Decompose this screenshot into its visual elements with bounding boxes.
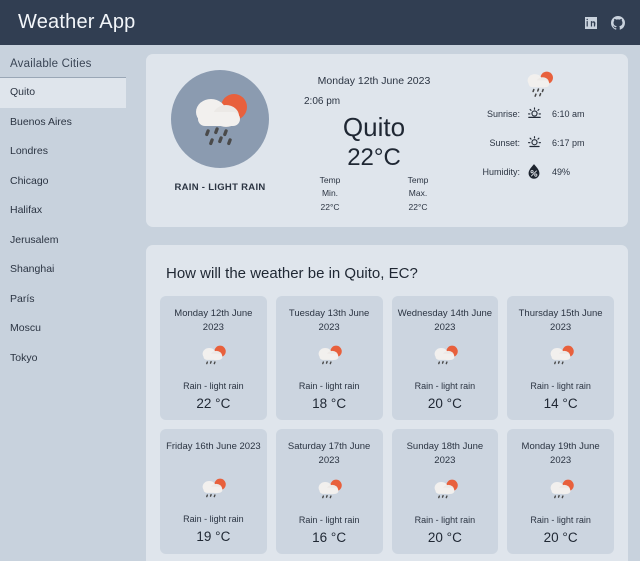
social-links [583, 15, 626, 31]
app-header: Weather App [0, 0, 640, 45]
humidity-row: Humidity: 49% [466, 163, 618, 181]
sidebar-item-moscu[interactable]: Moscu [0, 314, 126, 344]
forecast-grid: Monday 12th June 2023 Rain - light rain … [160, 295, 614, 554]
sidebar-item-halifax[interactable]: Halifax [0, 196, 126, 226]
forecast-card[interactable]: Monday 12th June 2023 Rain - light rain … [160, 295, 267, 421]
forecast-date: Saturday 17th June 2023 [287, 441, 371, 467]
temp-min-label-line2: Min. [321, 188, 339, 199]
temp-max-block: Temp Max. 22°C [397, 174, 439, 214]
forecast-description: Rain - light rain [530, 514, 591, 525]
rain-sun-icon-forecast [312, 343, 346, 371]
sunrise-value: 6:10 am [552, 108, 585, 119]
github-icon[interactable] [610, 15, 626, 31]
forecast-description: Rain - light rain [183, 381, 244, 392]
sidebar-item-londres[interactable]: Londres [0, 137, 126, 167]
rain-sun-icon-forecast [196, 476, 230, 504]
forecast-card[interactable]: Tuesday 13th June 2023 Rain - light rain… [275, 295, 383, 421]
rain-sun-icon [196, 94, 247, 146]
sunset-label: Sunset: [489, 137, 520, 148]
forecast-card[interactable]: Saturday 17th June 2023 Rain - light rai… [275, 429, 383, 554]
forecast-card[interactable]: Sunday 18th June 2023 Rain - light rain … [391, 429, 499, 554]
rain-sun-icon-small [527, 71, 553, 97]
forecast-description: Rain - light rain [183, 514, 244, 525]
forecast-date: Friday 16th June 2023 [166, 441, 261, 453]
forecast-date: Wednesday 14th June 2023 [397, 307, 493, 333]
sidebar-item-paris[interactable]: París [0, 285, 126, 315]
forecast-date: Thursday 15th June 2023 [518, 307, 603, 333]
sunrise-label: Sunrise: [486, 108, 520, 119]
rain-sun-icon-forecast [312, 477, 346, 505]
forecast-card[interactable]: Monday 19th June 2023 Rain - light rain … [507, 429, 614, 554]
city-list: Quito Buenos Aires Londres Chicago Halif… [0, 78, 140, 373]
app-title: Weather App [18, 11, 136, 33]
current-condition-label: RAIN - LIGHT RAIN [174, 182, 266, 193]
forecast-temperature: 19 °C [196, 529, 231, 545]
rain-sun-icon-forecast [428, 477, 462, 505]
forecast-card[interactable]: Thursday 15th June 2023 Rain - light rai… [507, 295, 614, 421]
forecast-card[interactable]: Friday 16th June 2023 Rain - light rain … [160, 429, 267, 554]
temp-max-value: 22°C [408, 201, 428, 212]
main-content: RAIN - LIGHT RAIN Monday 12th June 2023 … [140, 45, 640, 561]
temp-min-label-line1: Temp [319, 175, 341, 186]
page-layout: Available Cities Quito Buenos Aires Lond… [0, 45, 640, 561]
sunrise-row: Sunrise: 6:10 am [466, 105, 618, 122]
current-small-weather-icon [466, 69, 618, 99]
rain-sun-icon-forecast [544, 477, 578, 505]
temp-max-label-line1: Temp [407, 175, 429, 186]
sunset-value: 6:17 pm [552, 137, 585, 148]
temp-min-block: Temp Min. 22°C [309, 174, 351, 214]
current-condition-block: RAIN - LIGHT RAIN [158, 65, 282, 193]
sidebar-item-jerusalem[interactable]: Jerusalem [0, 226, 126, 256]
temp-minmax-row: Temp Min. 22°C Temp Max. 22°C [282, 174, 466, 214]
forecast-temperature: 20 °C [427, 529, 462, 545]
humidity-label: Humidity: [482, 167, 520, 177]
current-date: Monday 12th June 2023 [317, 75, 431, 87]
current-weather-card: RAIN - LIGHT RAIN Monday 12th June 2023 … [146, 54, 628, 227]
sunset-icon [520, 134, 548, 151]
sunset-row: Sunset: 6:17 pm [466, 134, 618, 151]
sidebar-item-tokyo[interactable]: Tokyo [0, 344, 126, 374]
forecast-date: Sunday 18th June 2023 [406, 441, 484, 467]
forecast-temperature: 18 °C [312, 396, 347, 412]
forecast-date: Tuesday 13th June 2023 [288, 307, 370, 333]
forecast-description: Rain - light rain [414, 514, 476, 525]
sidebar-item-buenos-aires[interactable]: Buenos Aires [0, 108, 126, 138]
sidebar: Available Cities Quito Buenos Aires Lond… [0, 45, 140, 373]
forecast-description: Rain - light rain [414, 381, 476, 392]
rain-sun-icon-forecast [544, 343, 578, 371]
current-weather-icon-circle [171, 70, 269, 168]
forecast-temperature: 20 °C [427, 396, 462, 412]
sunrise-icon [520, 105, 548, 122]
rain-sun-icon-forecast [196, 343, 230, 371]
forecast-temperature: 14 °C [543, 396, 578, 412]
forecast-title: How will the weather be in Quito, EC? [166, 264, 418, 282]
temp-min-value: 22°C [320, 201, 340, 212]
forecast-temperature: 20 °C [543, 529, 578, 545]
linkedin-icon[interactable] [583, 15, 599, 31]
sidebar-item-shanghai[interactable]: Shanghai [0, 255, 126, 285]
current-temperature: 22°C [347, 143, 401, 171]
sidebar-item-quito[interactable]: Quito [0, 78, 126, 108]
humidity-droplet-icon [520, 163, 548, 181]
forecast-date: Monday 12th June 2023 [174, 307, 253, 333]
current-details-block: Sunrise: 6:10 am Sunset: 6:17 pm Humidit… [466, 65, 618, 193]
current-time: 2:06 pm [304, 96, 341, 107]
forecast-panel: How will the weather be in Quito, EC? Mo… [146, 244, 628, 561]
forecast-description: Rain - light rain [530, 381, 591, 392]
forecast-description: Rain - light rain [298, 514, 360, 525]
rain-sun-icon-forecast [428, 343, 462, 371]
forecast-description: Rain - light rain [298, 381, 360, 392]
forecast-temperature: 22 °C [196, 396, 231, 412]
forecast-temperature: 16 °C [312, 529, 347, 545]
current-city-name: Quito [342, 112, 406, 142]
temp-max-label-line2: Max. [408, 188, 428, 199]
forecast-card[interactable]: Wednesday 14th June 2023 Rain - light ra… [391, 295, 499, 421]
sidebar-heading: Available Cities [0, 54, 126, 78]
current-summary: Monday 12th June 2023 2:06 pm Quito 22°C… [282, 65, 466, 214]
humidity-value: 49% [552, 167, 571, 177]
sidebar-item-chicago[interactable]: Chicago [0, 167, 126, 197]
forecast-date: Monday 19th June 2023 [521, 441, 600, 467]
